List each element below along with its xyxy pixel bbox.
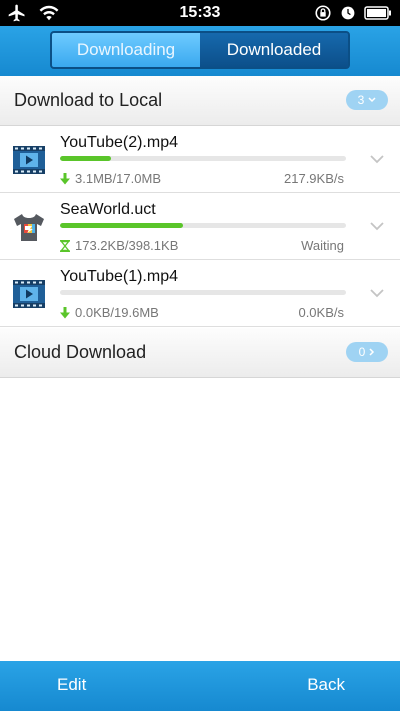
- file-size: 0.0KB/19.6MB: [75, 305, 159, 320]
- tab-downloading[interactable]: Downloading: [52, 33, 200, 67]
- section-title: Cloud Download: [14, 342, 147, 362]
- progress-bar: [60, 223, 346, 228]
- status-right-icons: [314, 4, 392, 22]
- file-name: SeaWorld.uct: [60, 201, 156, 218]
- file-name: YouTube(1).mp4: [60, 268, 178, 285]
- video-file-icon: [13, 280, 45, 308]
- count-badge[interactable]: 3: [346, 90, 388, 110]
- video-file-icon: [13, 146, 45, 174]
- download-speed: 0.0KB/s: [298, 305, 344, 320]
- file-size-info: 173.2KB/398.1KB: [60, 238, 178, 253]
- chevron-down-icon[interactable]: [368, 284, 386, 302]
- top-navigation-bar: Downloading Downloaded: [0, 26, 400, 76]
- download-speed: 217.9KB/s: [284, 171, 344, 186]
- bottom-toolbar: Edit Back: [0, 661, 400, 711]
- chevron-down-icon[interactable]: [368, 217, 386, 235]
- section-title: Download to Local: [14, 90, 163, 110]
- edit-button[interactable]: Edit: [57, 675, 86, 695]
- download-status: Waiting: [301, 238, 344, 253]
- tab-downloaded[interactable]: Downloaded: [200, 33, 348, 67]
- section-download-to-local[interactable]: Download to Local 3: [0, 76, 400, 126]
- progress-bar: [60, 290, 346, 295]
- count-value: 3: [357, 93, 365, 107]
- progress-fill: [60, 156, 112, 161]
- rotation-lock-icon: [315, 5, 331, 21]
- progress-fill: [60, 223, 183, 228]
- download-row[interactable]: YouTube(2).mp4 3.1MB/17.0MB 217.9KB/s: [0, 126, 400, 193]
- count-value: 0: [358, 345, 366, 359]
- hourglass-icon: [60, 239, 70, 252]
- chevron-down-icon[interactable]: [368, 150, 386, 168]
- count-badge[interactable]: 0: [346, 342, 388, 362]
- back-button[interactable]: Back: [307, 675, 345, 695]
- alarm-icon: [341, 6, 355, 20]
- file-size: 3.1MB/17.0MB: [75, 171, 161, 186]
- status-bar: 15:33: [0, 0, 400, 26]
- download-arrow-icon: [60, 306, 70, 318]
- battery-icon: [364, 6, 391, 20]
- section-cloud-download[interactable]: Cloud Download 0: [0, 328, 400, 378]
- download-arrow-icon: [60, 172, 70, 184]
- progress-bar: [60, 156, 346, 161]
- file-size: 173.2KB/398.1KB: [75, 238, 179, 253]
- theme-shirt-icon: [14, 214, 44, 241]
- download-row[interactable]: YouTube(1).mp4 0.0KB/19.6MB 0.0KB/s: [0, 260, 400, 327]
- download-tabs: Downloading Downloaded: [50, 31, 350, 69]
- file-size-info: 0.0KB/19.6MB: [60, 305, 159, 320]
- download-row[interactable]: SeaWorld.uct 173.2KB/398.1KB Waiting: [0, 193, 400, 260]
- file-name: YouTube(2).mp4: [60, 134, 178, 151]
- chevron-down-icon: [368, 97, 376, 103]
- chevron-right-icon: [369, 348, 375, 356]
- file-size-info: 3.1MB/17.0MB: [60, 171, 161, 186]
